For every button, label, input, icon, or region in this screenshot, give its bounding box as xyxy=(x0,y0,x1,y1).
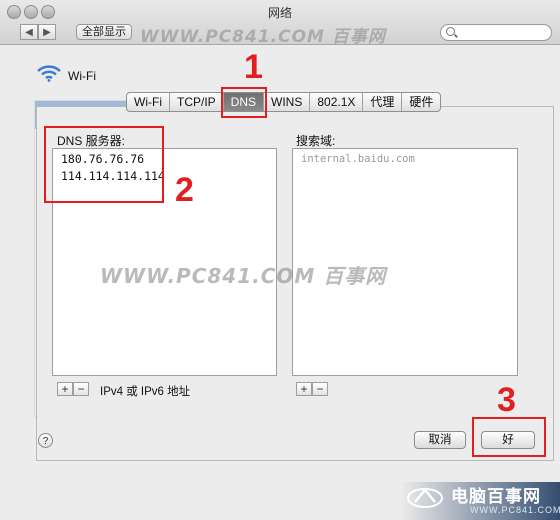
highlight-ok-button xyxy=(472,417,546,457)
step-number-1: 1 xyxy=(244,48,263,86)
remove-dns-button[interactable]: − xyxy=(73,382,89,396)
dns-address-hint: IPv4 或 IPv6 地址 xyxy=(100,386,191,398)
title-bar: 网络 ◀ ▶ 全部显示 WWW.PC841.COM 百事网 xyxy=(0,0,560,47)
forward-button[interactable]: ▶ xyxy=(38,24,56,40)
tab-wins[interactable]: WINS xyxy=(264,93,311,111)
tab-wifi[interactable]: Wi-Fi xyxy=(127,93,170,111)
search-domain-item[interactable]: internal.baidu.com xyxy=(293,151,517,168)
wifi-icon xyxy=(37,65,61,82)
tab-tcpip[interactable]: TCP/IP xyxy=(170,93,224,111)
tab-bar: Wi-Fi TCP/IP DNS WINS 802.1X 代理 硬件 xyxy=(126,92,442,112)
search-icon xyxy=(446,27,455,36)
tab-hardware[interactable]: 硬件 xyxy=(402,93,440,111)
tab-8021x[interactable]: 802.1X xyxy=(310,93,364,111)
brand-name: 电脑百事网 xyxy=(451,487,541,506)
highlight-dns-tab xyxy=(221,87,267,118)
window-title: 网络 xyxy=(267,6,292,20)
brand-logo-icon xyxy=(407,488,443,508)
cancel-button[interactable]: 取消 xyxy=(414,431,466,449)
show-all-button[interactable]: 全部显示 xyxy=(76,24,132,40)
add-search-domain-button[interactable]: + xyxy=(296,382,312,396)
highlight-dns-servers xyxy=(44,126,164,203)
wifi-header-label: Wi-Fi xyxy=(68,69,96,83)
brand-url: WWW.PC841.COM xyxy=(470,505,560,515)
search-field[interactable] xyxy=(440,24,552,41)
watermark-top: WWW.PC841.COM 百事网 xyxy=(140,27,386,47)
network-preferences-window: 网络 ◀ ▶ 全部显示 WWW.PC841.COM 百事网 Wi-Fi Wi-F… xyxy=(0,0,560,520)
add-dns-button[interactable]: + xyxy=(57,382,73,396)
tab-proxies[interactable]: 代理 xyxy=(363,93,403,111)
search-domains-label: 搜索域: xyxy=(296,134,336,148)
back-button[interactable]: ◀ xyxy=(20,24,38,40)
watermark-middle: WWW.PC841.COM 百事网 xyxy=(100,264,387,288)
step-number-2: 2 xyxy=(175,171,194,209)
step-number-3: 3 xyxy=(497,381,516,419)
remove-search-domain-button[interactable]: − xyxy=(312,382,328,396)
help-button[interactable]: ? xyxy=(38,433,53,448)
